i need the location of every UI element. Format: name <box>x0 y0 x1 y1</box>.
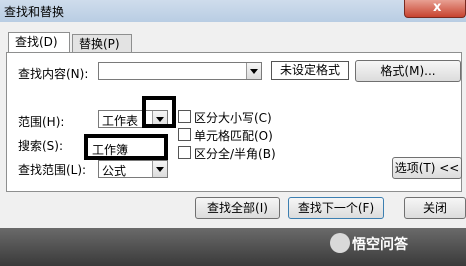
find-replace-dialog: 查找和替换 x 查找(D) 替换(P) 查找内容(N): 未设定格式 格式(M)… <box>0 0 466 228</box>
tab-replace[interactable]: 替换(P) <box>72 34 132 54</box>
match-cell-label: 单元格匹配(O) <box>194 129 273 143</box>
look-in-select[interactable]: 公式 <box>98 160 168 178</box>
window-title: 查找和替换 <box>4 5 65 19</box>
watermark-text: 悟空问答 <box>352 237 408 253</box>
look-in-label: 查找范围(L): <box>18 163 87 177</box>
search-label: 搜索(S): <box>18 139 64 153</box>
range-label: 范围(H): <box>18 115 65 129</box>
search-option-highlight: 工作簿 <box>84 134 168 160</box>
match-width-label: 区分全/半角(B) <box>194 147 276 161</box>
find-what-label: 查找内容(N): <box>18 67 89 81</box>
format-button[interactable]: 格式(M)... <box>355 60 461 82</box>
close-icon: x <box>433 0 442 15</box>
find-what-input[interactable] <box>98 62 262 80</box>
options-button[interactable]: 选项(T) << <box>392 157 462 179</box>
dropdown-highlight-box <box>142 96 176 128</box>
match-case-checkbox[interactable] <box>178 110 191 123</box>
format-status-preview: 未设定格式 <box>271 61 349 80</box>
search-dropdown-option[interactable]: 工作簿 <box>92 141 128 158</box>
match-cell-checkbox[interactable] <box>178 128 191 141</box>
match-case-label: 区分大小写(C) <box>194 111 272 125</box>
title-bar: 查找和替换 x <box>0 0 466 22</box>
find-all-button[interactable]: 查找全部(I) <box>195 197 280 219</box>
close-window-button[interactable]: x <box>404 0 466 18</box>
watermark-logo <box>330 233 350 253</box>
match-width-checkbox[interactable] <box>178 146 191 159</box>
chevron-down-icon[interactable] <box>152 161 167 177</box>
find-next-button[interactable]: 查找下一个(F) <box>288 197 384 219</box>
tab-find[interactable]: 查找(D) <box>8 32 70 54</box>
close-button[interactable]: 关闭 <box>404 197 466 219</box>
chevron-down-icon[interactable] <box>246 63 261 79</box>
